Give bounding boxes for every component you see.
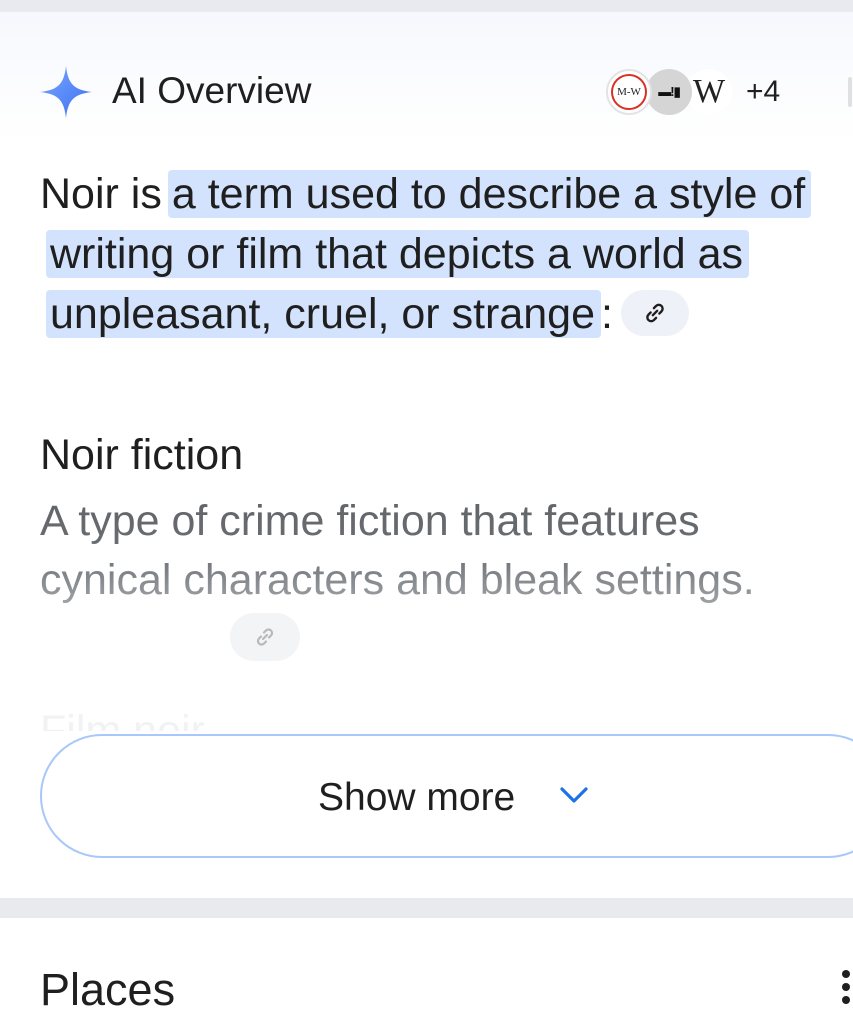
ai-overview-card: AI Overview M-W ▬!▮ W +4 Noir is a term u…: [0, 12, 853, 898]
film-site-icon[interactable]: ▬!▮: [646, 69, 692, 115]
next-heading-faded: Film noir: [40, 707, 205, 731]
overflow-indicator: [848, 77, 852, 107]
more-sources-count[interactable]: +4: [746, 75, 780, 109]
wikipedia-icon[interactable]: W: [686, 69, 732, 115]
sparkle-icon: [40, 66, 92, 118]
summary-suffix: :: [601, 290, 613, 338]
link-icon: [256, 628, 274, 646]
show-more-button[interactable]: Show more: [40, 734, 853, 858]
citation-link-button-faded[interactable]: [230, 613, 300, 661]
chevron-down-icon: [560, 787, 588, 803]
more-options-icon[interactable]: [840, 970, 853, 1006]
top-separator: [0, 0, 853, 12]
section-body: A type of crime fiction that features cy…: [40, 492, 830, 610]
summary-paragraph: Noir is a term used to describe a style o…: [40, 164, 852, 344]
section-divider: [0, 898, 853, 918]
source-icons[interactable]: M-W ▬!▮ W +4: [606, 69, 780, 115]
link-icon: [646, 303, 664, 322]
show-more-label: Show more: [318, 776, 516, 819]
places-title: Places: [40, 964, 176, 1015]
ai-overview-title: AI Overview: [112, 70, 312, 111]
citation-link-button[interactable]: [620, 289, 689, 336]
summary-prefix: Noir is: [40, 170, 162, 218]
merriam-webster-icon[interactable]: M-W: [606, 69, 652, 115]
section-heading: Noir fiction: [40, 431, 244, 479]
